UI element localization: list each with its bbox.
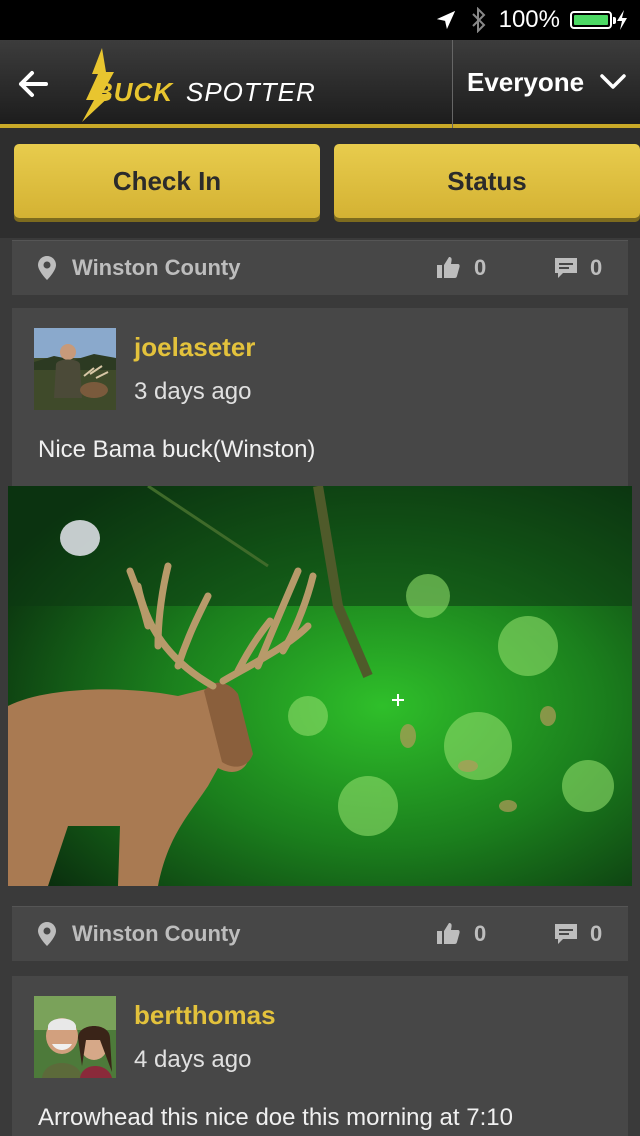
avatar[interactable] bbox=[34, 328, 116, 410]
comment-icon[interactable] bbox=[554, 256, 578, 280]
comment-count: 0 bbox=[590, 255, 603, 280]
audience-filter-dropdown[interactable]: Everyone bbox=[453, 40, 640, 124]
location-pin-icon bbox=[38, 922, 56, 946]
buckspotter-logo[interactable]: BUCK SPOTTER bbox=[64, 44, 344, 124]
battery-icon bbox=[570, 11, 616, 29]
post-text: Nice Bama buck(Winston) bbox=[38, 436, 316, 463]
audience-filter-label: Everyone bbox=[467, 66, 585, 97]
avatar[interactable] bbox=[34, 996, 116, 1078]
comment-icon[interactable] bbox=[554, 922, 578, 946]
location-pin-icon bbox=[38, 256, 56, 280]
action-bar: Check In Status bbox=[0, 128, 640, 238]
location-arrow-icon bbox=[436, 10, 455, 30]
battery-percent: 100% bbox=[498, 6, 560, 33]
post-photo[interactable] bbox=[8, 486, 632, 886]
check-in-button[interactable]: Check In bbox=[14, 144, 320, 218]
feed-post: bertthomas 4 days ago Arrowhead this nic… bbox=[12, 976, 628, 1136]
post-username[interactable]: bertthomas bbox=[134, 1000, 276, 1031]
nav-bar: BUCK SPOTTER Everyone bbox=[0, 40, 640, 128]
location-label[interactable]: Winston County bbox=[72, 255, 240, 281]
status-button[interactable]: Status bbox=[334, 144, 640, 218]
chevron-down-icon bbox=[600, 74, 626, 89]
back-arrow-icon[interactable] bbox=[18, 70, 48, 98]
like-count: 0 bbox=[474, 255, 487, 280]
svg-text:SPOTTER: SPOTTER bbox=[186, 77, 316, 107]
post-meta-bar: Winston County 0 0 bbox=[12, 240, 628, 295]
post-text: Arrowhead this nice doe this morning at … bbox=[38, 1104, 513, 1131]
post-username[interactable]: joelaseter bbox=[134, 332, 255, 363]
like-thumb-icon[interactable] bbox=[436, 921, 460, 945]
charging-bolt-icon bbox=[617, 10, 627, 30]
post-time: 3 days ago bbox=[134, 378, 252, 405]
comment-count: 0 bbox=[590, 921, 603, 946]
status-bar: 100% bbox=[0, 0, 640, 40]
like-thumb-icon[interactable] bbox=[436, 255, 460, 279]
like-count: 0 bbox=[474, 921, 487, 946]
post-meta-bar: Winston County 0 0 bbox=[12, 906, 628, 961]
post-time: 4 days ago bbox=[134, 1046, 252, 1073]
svg-text:BUCK: BUCK bbox=[94, 77, 174, 107]
bluetooth-icon bbox=[471, 7, 486, 33]
location-label[interactable]: Winston County bbox=[72, 921, 240, 947]
feed-post: joelaseter 3 days ago Nice Bama buck(Win… bbox=[12, 308, 628, 486]
